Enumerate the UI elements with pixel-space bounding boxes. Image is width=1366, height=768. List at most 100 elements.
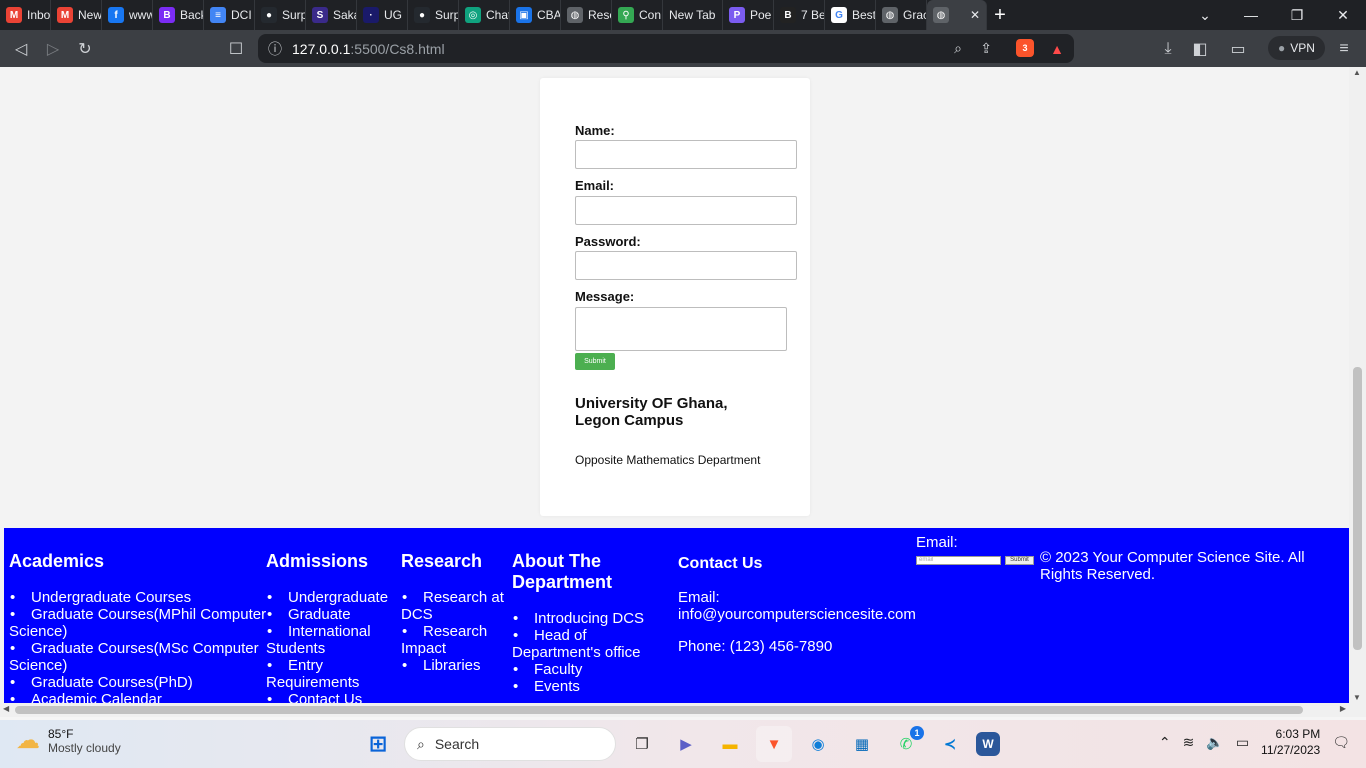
close-window-button[interactable]: ✕ (1320, 7, 1366, 24)
share-icon[interactable]: ⇪ (980, 40, 992, 57)
browser-tab[interactable]: ◎ Chat (459, 0, 510, 30)
weather-widget[interactable]: ☁ 85°F Mostly cloudy (16, 726, 121, 755)
zoom-icon[interactable]: ⌕ (954, 40, 962, 57)
browser-tab[interactable]: S Saka (306, 0, 357, 30)
clock-date: 11/27/2023 (1261, 743, 1321, 757)
wifi-icon[interactable]: ≋ (1183, 734, 1195, 751)
file-explorer-icon[interactable]: ▬ (712, 726, 748, 762)
footer-link[interactable]: Head of Department's office (512, 627, 652, 661)
footer-link[interactable]: Graduate Courses(PhD) (9, 674, 267, 691)
scroll-down-icon[interactable]: ▼ (1353, 693, 1361, 702)
menu-icon[interactable]: ≡ (1328, 33, 1360, 65)
vertical-scroll-thumb[interactable] (1353, 367, 1362, 650)
newsletter-submit-button[interactable]: Submit (1005, 556, 1034, 565)
scroll-up-icon[interactable]: ▲ (1353, 68, 1361, 77)
teams-meet-icon[interactable]: ▶ (668, 726, 704, 762)
windows-start-icon[interactable]: ⊞ (360, 726, 396, 762)
close-tab-icon[interactable]: ✕ (970, 8, 980, 22)
vertical-scrollbar[interactable]: ▲ ▼ (1349, 67, 1366, 703)
brave-rewards-icon[interactable]: ▲ (1050, 41, 1064, 57)
scroll-left-icon[interactable]: ◀ (3, 704, 9, 713)
newsletter-email-input[interactable]: email (916, 556, 1001, 565)
back-button[interactable]: ◁ (5, 33, 37, 65)
horizontal-scroll-thumb[interactable] (15, 706, 1303, 714)
clock[interactable]: 6:03 PM 11/27/2023 (1261, 726, 1320, 758)
site-info-icon[interactable]: ⓘ (268, 39, 282, 59)
browser-tab[interactable]: ● Surp (408, 0, 459, 30)
footer-link[interactable]: Introducing DCS (512, 610, 652, 627)
browser-tab[interactable]: ≡ DCI (204, 0, 255, 30)
password-input[interactable] (575, 251, 797, 280)
notification-icon[interactable]: 🗨 (1332, 734, 1350, 751)
brave-browser-icon[interactable]: ▼ (756, 726, 792, 762)
tab-label: Surp (435, 8, 459, 22)
sidebar-icon[interactable]: ◧ (1184, 33, 1216, 65)
browser-tab[interactable]: B Back (153, 0, 204, 30)
browser-toolbar: ◁ ▷ ↻ ☐ ⓘ 127.0.0.1:5500/Cs8.html ⌕ ⇪ 3 … (0, 30, 1366, 67)
downloads-icon[interactable]: ⤓ (1152, 33, 1184, 65)
horizontal-scrollbar[interactable]: ◀ ▶ (0, 703, 1366, 717)
footer-link[interactable]: Libraries (401, 657, 509, 674)
minimize-button[interactable]: — (1228, 7, 1274, 23)
browser-tab[interactable]: B 7 Be (774, 0, 825, 30)
browser-tab[interactable]: ● Surp (255, 0, 306, 30)
wallet-icon[interactable]: ▭ (1222, 33, 1254, 65)
browser-tab[interactable]: ◍ Grac (876, 0, 927, 30)
whatsapp-icon[interactable]: ✆ 1 (888, 726, 924, 762)
name-input[interactable] (575, 140, 797, 169)
address-bar[interactable]: ⓘ 127.0.0.1:5500/Cs8.html ⌕ ⇪ 3 ▲ (258, 34, 1074, 63)
footer-link[interactable]: Faculty (512, 661, 652, 678)
browser-tab[interactable]: ◍ Rese (561, 0, 612, 30)
browser-tab[interactable]: M New (51, 0, 102, 30)
footer-admissions: Admissions UndergraduateGraduateInternat… (266, 551, 391, 703)
footer-link[interactable]: Graduate Courses(MPhil Computer Science) (9, 606, 267, 640)
reload-button[interactable]: ↻ (69, 33, 101, 65)
browser-tab[interactable]: f www (102, 0, 153, 30)
browser-tab[interactable]: New Tab (663, 0, 723, 30)
battery-icon[interactable]: ▭ (1236, 734, 1249, 751)
footer-link[interactable]: Undergraduate Courses (9, 589, 267, 606)
forward-button[interactable]: ▷ (37, 33, 69, 65)
contact-email: Email: info@yourcomputersciencesite.com (678, 589, 916, 623)
submit-button[interactable]: Submit (575, 353, 615, 370)
browser-tab[interactable]: M Inbo (0, 0, 51, 30)
store-icon[interactable]: ▦ (844, 726, 880, 762)
facebook-icon: f (108, 7, 124, 23)
word-icon[interactable]: W (976, 732, 1000, 756)
browser-tab[interactable]: ◍ ✕ (927, 0, 987, 30)
browser-tab[interactable]: ⚲ Con (612, 0, 663, 30)
new-tab-button[interactable]: + (987, 0, 1013, 30)
browser-tab[interactable]: ▣ CBA (510, 0, 561, 30)
tab-label: CBA (537, 8, 561, 22)
volume-icon[interactable]: 🔈 (1206, 734, 1223, 751)
chevron-up-icon[interactable]: ⌃ (1159, 734, 1171, 751)
footer-link[interactable]: Contact Us (266, 691, 391, 703)
edge-icon[interactable]: ◉ (800, 726, 836, 762)
footer-link[interactable]: Academic Calendar (9, 691, 267, 703)
page-viewport: Name: Email: Password: Message: Submit U… (0, 67, 1366, 717)
footer-link[interactable]: Graduate Courses(MSc Computer Science) (9, 640, 267, 674)
footer-link[interactable]: Entry Requirements (266, 657, 391, 691)
scroll-right-icon[interactable]: ▶ (1340, 704, 1346, 713)
task-view-icon[interactable]: ❐ (624, 726, 660, 762)
footer-link[interactable]: Events (512, 678, 652, 695)
footer-link[interactable]: Research at DCS (401, 589, 509, 623)
footer-link[interactable]: Graduate (266, 606, 391, 623)
tab-search-chevron-icon[interactable]: ⌄ (1182, 7, 1228, 24)
email-input[interactable] (575, 196, 797, 225)
vpn-button[interactable]: ● VPN (1268, 36, 1325, 60)
about-heading: About The Department (512, 551, 613, 592)
browser-tab[interactable]: · UG (357, 0, 408, 30)
brave-shields-icon[interactable]: 3 (1016, 39, 1034, 57)
browser-tab[interactable]: P Poe (723, 0, 774, 30)
bookmark-icon[interactable]: ☐ (220, 33, 252, 65)
footer-link[interactable]: International Students (266, 623, 391, 657)
vscode-icon[interactable]: ≺ (932, 726, 968, 762)
message-textarea[interactable] (575, 307, 787, 351)
taskbar-search[interactable]: ⌕ Search (404, 727, 616, 761)
browser-tab[interactable]: G Best (825, 0, 876, 30)
footer-link[interactable]: Research Impact (401, 623, 509, 657)
tab-label: Back (180, 8, 203, 22)
maximize-button[interactable]: ❐ (1274, 7, 1320, 24)
footer-link[interactable]: Undergraduate (266, 589, 391, 606)
